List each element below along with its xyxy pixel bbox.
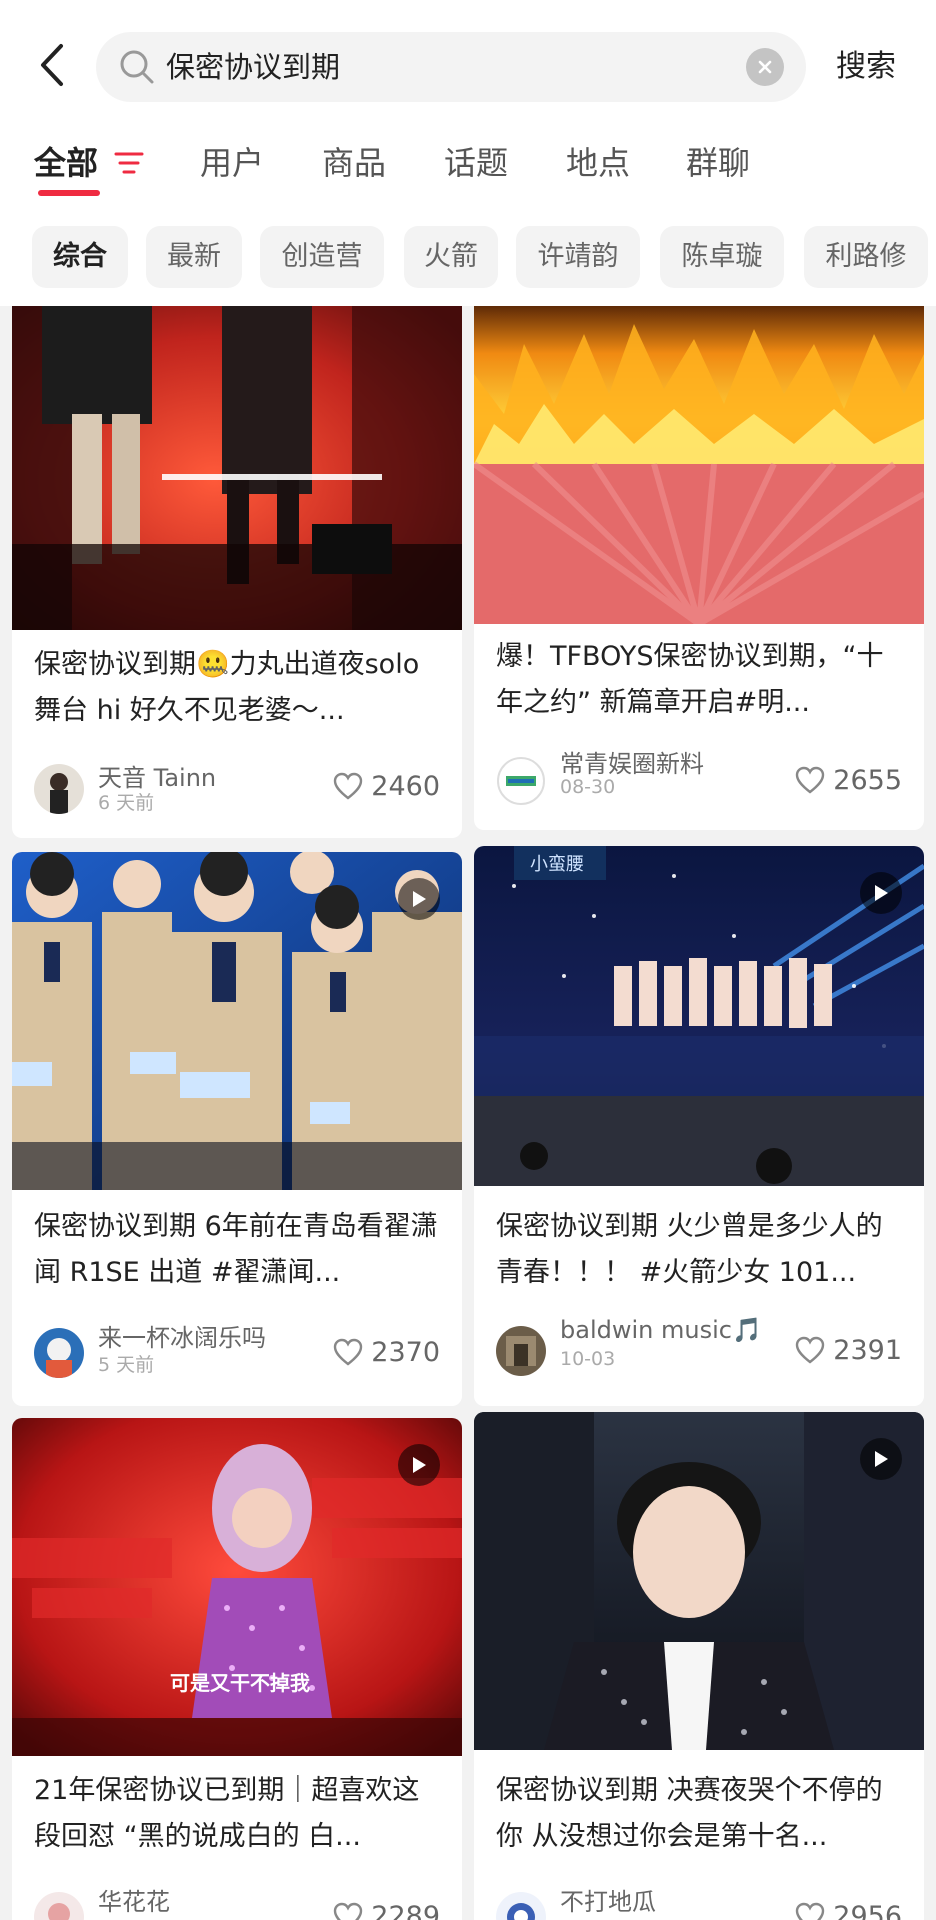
avatar bbox=[496, 1326, 546, 1376]
video-play-badge bbox=[398, 1444, 440, 1486]
search-button[interactable]: 搜索 bbox=[836, 32, 896, 102]
tab-users[interactable]: 用户 bbox=[200, 130, 264, 196]
author-name[interactable]: 华花花 bbox=[98, 1882, 170, 1917]
heart-icon bbox=[334, 1902, 363, 1920]
video-play-badge bbox=[398, 878, 440, 920]
filter-chips: 综合 最新 创造营 火箭 许靖韵 陈卓璇 利路修 bbox=[0, 226, 936, 290]
tab-places[interactable]: 地点 bbox=[566, 130, 630, 196]
author-name[interactable]: baldwin music🎵 bbox=[560, 1316, 762, 1344]
chip-comprehensive[interactable]: 综合 bbox=[32, 226, 128, 288]
like-count: 2956 bbox=[833, 1900, 902, 1920]
chip-latest[interactable]: 最新 bbox=[146, 226, 242, 288]
avatar bbox=[496, 756, 546, 806]
chip-li-luxiu[interactable]: 利路修 bbox=[804, 226, 928, 288]
search-icon bbox=[120, 50, 154, 84]
chip-chuangzaoying[interactable]: 创造营 bbox=[260, 226, 384, 288]
post-thumbnail: 可是又干不掉我 bbox=[12, 1418, 462, 1756]
heart-icon bbox=[796, 1902, 825, 1920]
post-thumbnail bbox=[474, 1412, 924, 1750]
back-button[interactable] bbox=[30, 38, 74, 92]
like-button[interactable]: 2289 bbox=[333, 1896, 440, 1920]
play-icon bbox=[413, 891, 426, 907]
heart-icon bbox=[334, 772, 363, 800]
post-date: 6 天前 bbox=[98, 792, 155, 814]
like-button[interactable]: 2655 bbox=[795, 760, 902, 800]
post-date: 10-03 bbox=[560, 1348, 616, 1370]
search-box[interactable]: 保密协议到期 bbox=[96, 32, 806, 102]
post-card[interactable]: 爆！TFBOYS保密协议到期，“十年之约” 新篇章开启#明... 常青娱圈新料 … bbox=[474, 306, 924, 830]
tab-group-chats[interactable]: 群聊 bbox=[686, 130, 750, 196]
video-play-badge bbox=[860, 872, 902, 914]
like-button[interactable]: 2370 bbox=[333, 1332, 440, 1372]
author-name[interactable]: 不打地瓜 bbox=[560, 1882, 656, 1917]
post-title: 爆！TFBOYS保密协议到期，“十年之约” 新篇章开启#明... bbox=[496, 641, 884, 718]
chevron-left-icon bbox=[41, 44, 63, 86]
play-icon bbox=[413, 1457, 426, 1473]
post-card[interactable]: 小蛮腰 保密协议到期 火少曾是多少人的青春！！！ #火箭少女 101... ba… bbox=[474, 846, 924, 1406]
heart-icon bbox=[334, 1338, 363, 1366]
post-thumbnail: 小蛮腰 bbox=[474, 846, 924, 1186]
post-title: 保密协议到期 火少曾是多少人的青春！！！ #火箭少女 101... bbox=[496, 1211, 883, 1288]
post-title: 保密协议到期🤐力丸出道夜solo舞台 hi 好久不见老婆～... bbox=[34, 649, 420, 726]
post-title: 保密协议到期 决赛夜哭个不停的你 从没想过你会是第十名... bbox=[496, 1775, 883, 1852]
play-icon bbox=[875, 1451, 888, 1467]
results-feed: 保密协议到期🤐力丸出道夜solo舞台 hi 好久不见老婆～... 天音 Tain… bbox=[0, 306, 936, 1920]
post-card[interactable]: 可是又干不掉我 21年保密协议已到期｜超喜欢这段回怼 “黑的说成白的 白... … bbox=[12, 1418, 462, 1920]
tab-topics[interactable]: 话题 bbox=[444, 130, 508, 196]
post-card[interactable]: 保密协议到期 决赛夜哭个不停的你 从没想过你会是第十名... 不打地瓜 2956 bbox=[474, 1412, 924, 1920]
post-title: 保密协议到期 6年前在青岛看翟潇闻 R1SE 出道 #翟潇闻... bbox=[34, 1211, 438, 1288]
post-card[interactable]: 保密协议到期🤐力丸出道夜solo舞台 hi 好久不见老婆～... 天音 Tain… bbox=[12, 306, 462, 838]
tab-all[interactable]: 全部 bbox=[34, 130, 98, 196]
category-tabs: 全部 用户 商品 话题 地点 群聊 bbox=[0, 130, 936, 200]
filter-icon[interactable] bbox=[114, 150, 144, 176]
top-bar: 保密协议到期 搜索 全部 用户 商品 话题 地点 群聊 综合 最新 创造营 火箭… bbox=[0, 0, 936, 306]
video-play-badge bbox=[860, 1438, 902, 1480]
like-count: 2655 bbox=[833, 764, 902, 796]
post-thumbnail bbox=[474, 306, 924, 624]
avatar bbox=[34, 764, 84, 814]
clear-button[interactable] bbox=[746, 48, 784, 86]
post-date: 5 天前 bbox=[98, 1354, 155, 1376]
like-count: 2460 bbox=[371, 770, 440, 802]
avatar bbox=[496, 1892, 546, 1920]
like-count: 2370 bbox=[371, 1336, 440, 1368]
heart-icon bbox=[796, 766, 825, 794]
close-icon bbox=[758, 60, 772, 74]
heart-icon bbox=[796, 1336, 825, 1364]
avatar bbox=[34, 1328, 84, 1378]
post-thumbnail bbox=[12, 306, 462, 630]
author-name[interactable]: 常青娱圈新料 bbox=[560, 744, 704, 779]
post-title: 21年保密协议已到期｜超喜欢这段回怼 “黑的说成白的 白... bbox=[34, 1775, 420, 1852]
active-tab-indicator bbox=[38, 190, 100, 196]
search-input[interactable]: 保密协议到期 bbox=[166, 32, 340, 102]
tab-products[interactable]: 商品 bbox=[322, 130, 386, 196]
chip-rocket[interactable]: 火箭 bbox=[404, 226, 498, 288]
post-thumbnail bbox=[12, 852, 462, 1190]
like-button[interactable]: 2956 bbox=[795, 1896, 902, 1920]
chip-xu-jingyun[interactable]: 许靖韵 bbox=[516, 226, 640, 288]
like-count: 2391 bbox=[833, 1334, 902, 1366]
video-subtitle: 可是又干不掉我 bbox=[170, 1671, 310, 1695]
stage-sign-label: 小蛮腰 bbox=[530, 854, 584, 875]
avatar bbox=[34, 1892, 84, 1920]
like-button[interactable]: 2460 bbox=[333, 766, 440, 806]
like-count: 2289 bbox=[371, 1900, 440, 1920]
author-name[interactable]: 来一杯冰阔乐吗 bbox=[98, 1318, 266, 1353]
play-icon bbox=[875, 885, 888, 901]
chip-chen-zhuoxuan[interactable]: 陈卓璇 bbox=[660, 226, 784, 288]
post-date: 08-30 bbox=[560, 776, 616, 798]
like-button[interactable]: 2391 bbox=[795, 1330, 902, 1370]
post-card[interactable]: 保密协议到期 6年前在青岛看翟潇闻 R1SE 出道 #翟潇闻... 来一杯冰阔乐… bbox=[12, 852, 462, 1406]
